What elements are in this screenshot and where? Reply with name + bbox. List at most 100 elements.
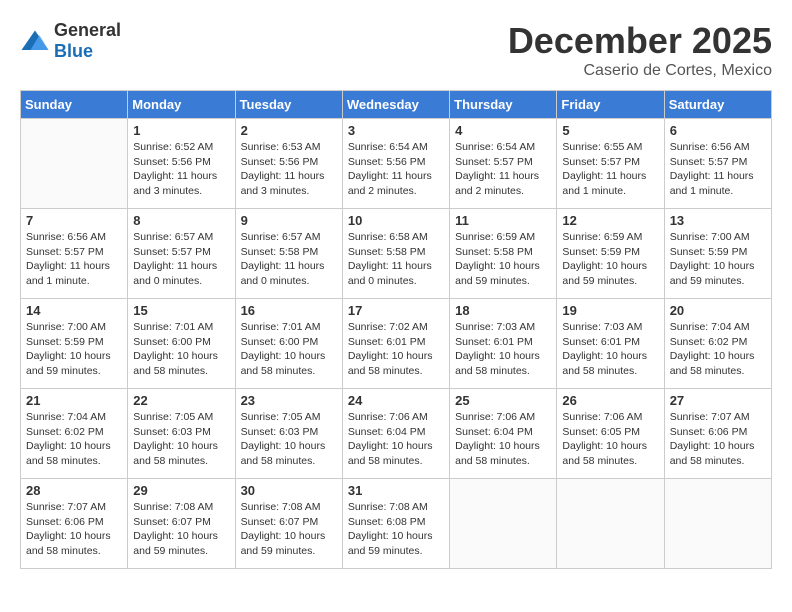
calendar-day: 31 Sunrise: 7:08 AMSunset: 6:08 PMDayligh… [342,479,449,569]
calendar-week-1: 1 Sunrise: 6:52 AMSunset: 5:56 PMDaylight… [21,119,772,209]
day-number: 5 [562,123,658,138]
calendar-day: 23 Sunrise: 7:05 AMSunset: 6:03 PMDayligh… [235,389,342,479]
day-info: Sunrise: 7:08 AMSunset: 6:08 PMDaylight:… [348,500,444,559]
logo-general: General [54,20,121,40]
calendar-day [21,119,128,209]
title-section: December 2025 Caserio de Cortes, Mexico [508,20,772,80]
day-info: Sunrise: 7:00 AMSunset: 5:59 PMDaylight:… [26,320,122,379]
calendar-day: 7Sunrise: 6:56 AMSunset: 5:57 PMDaylight… [21,209,128,299]
weekday-header-monday: Monday [128,91,235,119]
day-number: 15 [133,303,229,318]
day-number: 4 [455,123,551,138]
day-info: Sunrise: 7:01 AMSunset: 6:00 PMDaylight:… [241,320,337,379]
calendar-day: 25 Sunrise: 7:06 AMSunset: 6:04 PMDayligh… [450,389,557,479]
day-number: 2 [241,123,337,138]
day-number: 20 [670,303,766,318]
day-number: 9 [241,213,337,228]
calendar-day [450,479,557,569]
calendar-day: 20 Sunrise: 7:04 AMSunset: 6:02 PMDayligh… [664,299,771,389]
day-info: Sunrise: 7:08 AMSunset: 6:07 PMDaylight:… [133,500,229,559]
calendar-day: 22 Sunrise: 7:05 AMSunset: 6:03 PMDayligh… [128,389,235,479]
day-info: Sunrise: 7:04 AMSunset: 6:02 PMDaylight:… [670,320,766,379]
calendar-day: 13Sunrise: 7:00 AMSunset: 5:59 PMDayligh… [664,209,771,299]
day-info: Sunrise: 6:56 AMSunset: 5:57 PMDaylight:… [26,230,122,289]
calendar-day: 30Sunrise: 7:08 AMSunset: 6:07 PMDayligh… [235,479,342,569]
day-number: 17 [348,303,444,318]
day-number: 31 [348,483,444,498]
calendar-day: 26Sunrise: 7:06 AMSunset: 6:05 PMDayligh… [557,389,664,479]
day-info: Sunrise: 7:02 AMSunset: 6:01 PMDaylight:… [348,320,444,379]
day-info: Sunrise: 7:05 AMSunset: 6:03 PMDaylight:… [133,410,229,469]
calendar-day: 17 Sunrise: 7:02 AMSunset: 6:01 PMDayligh… [342,299,449,389]
calendar-day: 2 Sunrise: 6:53 AMSunset: 5:56 PMDaylight… [235,119,342,209]
calendar-day: 8Sunrise: 6:57 AMSunset: 5:57 PMDaylight… [128,209,235,299]
day-info: Sunrise: 6:59 AMSunset: 5:58 PMDaylight:… [455,230,551,289]
logo-icon [20,29,50,53]
calendar-week-5: 28 Sunrise: 7:07 AMSunset: 6:06 PMDayligh… [21,479,772,569]
day-number: 21 [26,393,122,408]
day-info: Sunrise: 6:58 AMSunset: 5:58 PMDaylight:… [348,230,444,289]
calendar-day: 4 Sunrise: 6:54 AMSunset: 5:57 PMDaylight… [450,119,557,209]
day-info: Sunrise: 7:06 AMSunset: 6:04 PMDaylight:… [455,410,551,469]
day-number: 11 [455,213,551,228]
day-info: Sunrise: 7:06 AMSunset: 6:05 PMDaylight:… [562,410,658,469]
day-info: Sunrise: 7:07 AMSunset: 6:06 PMDaylight:… [670,410,766,469]
weekday-header-friday: Friday [557,91,664,119]
calendar-week-4: 21 Sunrise: 7:04 AMSunset: 6:02 PMDayligh… [21,389,772,479]
calendar-day: 29 Sunrise: 7:08 AMSunset: 6:07 PMDayligh… [128,479,235,569]
calendar-day: 3 Sunrise: 6:54 AMSunset: 5:56 PMDaylight… [342,119,449,209]
calendar-day: 28 Sunrise: 7:07 AMSunset: 6:06 PMDayligh… [21,479,128,569]
calendar-day: 21 Sunrise: 7:04 AMSunset: 6:02 PMDayligh… [21,389,128,479]
day-info: Sunrise: 7:04 AMSunset: 6:02 PMDaylight:… [26,410,122,469]
weekday-header-wednesday: Wednesday [342,91,449,119]
day-number: 12 [562,213,658,228]
logo: General Blue [20,20,121,62]
day-number: 22 [133,393,229,408]
day-number: 28 [26,483,122,498]
day-number: 10 [348,213,444,228]
day-info: Sunrise: 6:57 AMSunset: 5:58 PMDaylight:… [241,230,337,289]
day-info: Sunrise: 7:00 AMSunset: 5:59 PMDaylight:… [670,230,766,289]
location: Caserio de Cortes, Mexico [508,62,772,80]
calendar-day: 9 Sunrise: 6:57 AMSunset: 5:58 PMDaylight… [235,209,342,299]
day-info: Sunrise: 6:52 AMSunset: 5:56 PMDaylight:… [133,140,229,199]
calendar-day: 18 Sunrise: 7:03 AMSunset: 6:01 PMDayligh… [450,299,557,389]
day-info: Sunrise: 7:08 AMSunset: 6:07 PMDaylight:… [241,500,337,559]
calendar-day: 16Sunrise: 7:01 AMSunset: 6:00 PMDayligh… [235,299,342,389]
day-number: 29 [133,483,229,498]
day-info: Sunrise: 7:01 AMSunset: 6:00 PMDaylight:… [133,320,229,379]
calendar-day: 19Sunrise: 7:03 AMSunset: 6:01 PMDayligh… [557,299,664,389]
month-title: December 2025 [508,20,772,62]
day-number: 6 [670,123,766,138]
calendar-week-3: 14Sunrise: 7:00 AMSunset: 5:59 PMDayligh… [21,299,772,389]
day-number: 24 [348,393,444,408]
day-info: Sunrise: 7:03 AMSunset: 6:01 PMDaylight:… [455,320,551,379]
day-info: Sunrise: 6:59 AMSunset: 5:59 PMDaylight:… [562,230,658,289]
calendar-table: SundayMondayTuesdayWednesdayThursdayFrid… [20,90,772,569]
day-info: Sunrise: 6:55 AMSunset: 5:57 PMDaylight:… [562,140,658,199]
calendar-day [557,479,664,569]
day-info: Sunrise: 6:53 AMSunset: 5:56 PMDaylight:… [241,140,337,199]
day-number: 23 [241,393,337,408]
calendar-day: 11 Sunrise: 6:59 AMSunset: 5:58 PMDayligh… [450,209,557,299]
day-info: Sunrise: 7:05 AMSunset: 6:03 PMDaylight:… [241,410,337,469]
day-number: 27 [670,393,766,408]
logo-blue: Blue [54,41,93,61]
calendar-day: 10 Sunrise: 6:58 AMSunset: 5:58 PMDayligh… [342,209,449,299]
calendar-day [664,479,771,569]
weekday-header-row: SundayMondayTuesdayWednesdayThursdayFrid… [21,91,772,119]
calendar-day: 6Sunrise: 6:56 AMSunset: 5:57 PMDaylight… [664,119,771,209]
day-info: Sunrise: 6:54 AMSunset: 5:56 PMDaylight:… [348,140,444,199]
day-number: 25 [455,393,551,408]
day-number: 18 [455,303,551,318]
calendar-week-2: 7Sunrise: 6:56 AMSunset: 5:57 PMDaylight… [21,209,772,299]
day-info: Sunrise: 7:06 AMSunset: 6:04 PMDaylight:… [348,410,444,469]
day-info: Sunrise: 6:57 AMSunset: 5:57 PMDaylight:… [133,230,229,289]
calendar-day: 15 Sunrise: 7:01 AMSunset: 6:00 PMDayligh… [128,299,235,389]
day-info: Sunrise: 6:54 AMSunset: 5:57 PMDaylight:… [455,140,551,199]
day-number: 3 [348,123,444,138]
day-info: Sunrise: 7:07 AMSunset: 6:06 PMDaylight:… [26,500,122,559]
calendar-day: 27 Sunrise: 7:07 AMSunset: 6:06 PMDayligh… [664,389,771,479]
day-number: 1 [133,123,229,138]
calendar-day: 1 Sunrise: 6:52 AMSunset: 5:56 PMDaylight… [128,119,235,209]
